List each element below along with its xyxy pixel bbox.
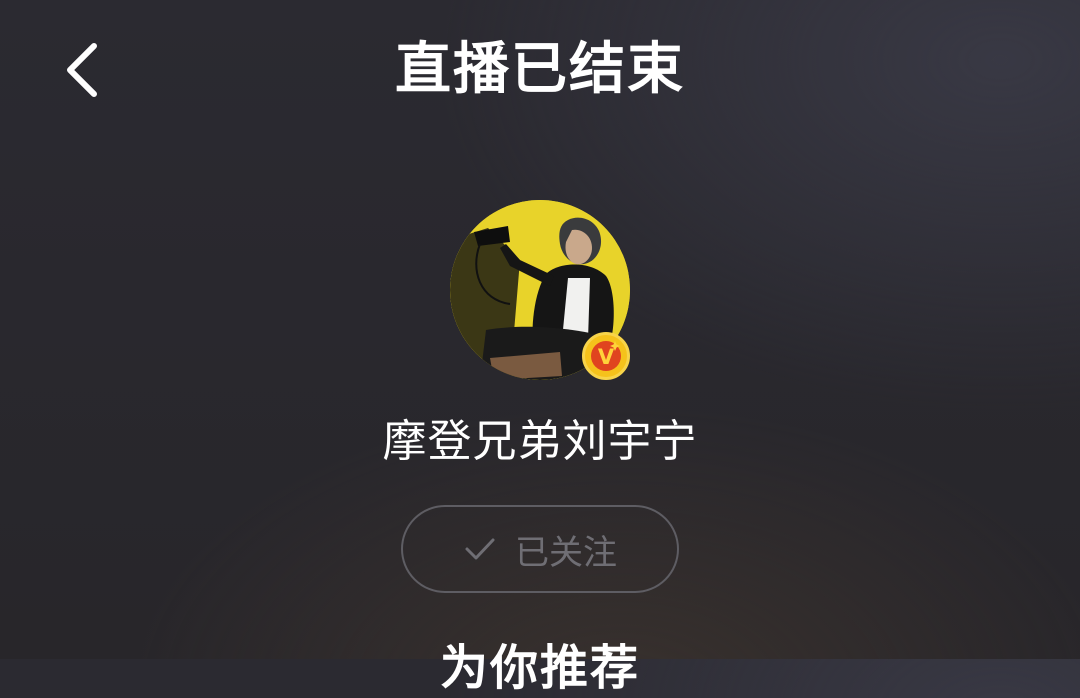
checkmark-icon	[463, 532, 497, 566]
follow-button-label: 已关注	[515, 532, 617, 573]
verified-v-icon: V	[582, 332, 630, 380]
follow-button[interactable]: 已关注	[401, 505, 679, 593]
verified-badge-label: V	[598, 345, 615, 369]
streamer-name[interactable]: 摩登兄弟刘宇宁	[0, 412, 1080, 472]
streamer-avatar-group[interactable]: V	[450, 200, 630, 380]
recommend-section-heading: 为你推荐	[439, 640, 640, 696]
page-title: 直播已结束	[395, 37, 685, 102]
